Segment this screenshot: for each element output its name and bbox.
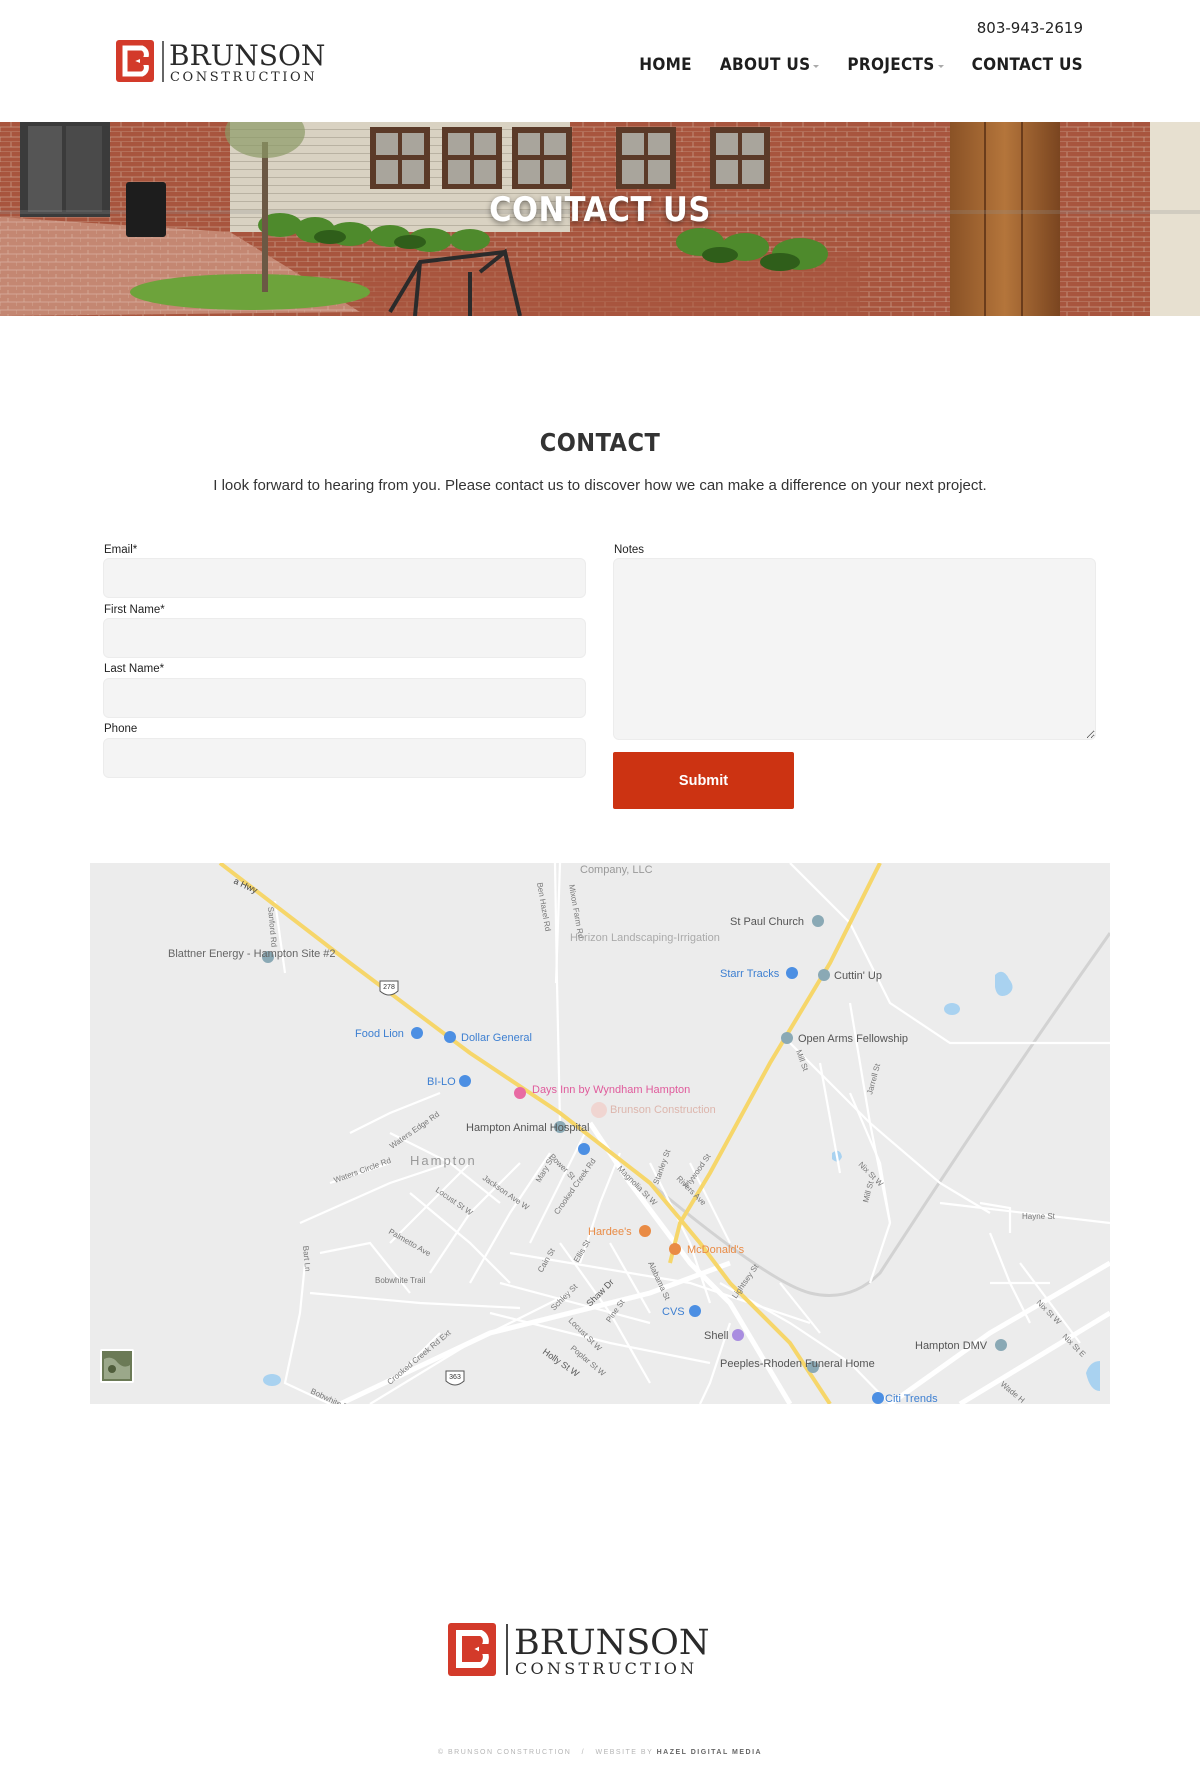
google-map[interactable]: 278 363 a Hwy Company, LLC Ben Hazel Rd … [90,863,1110,1404]
email-field[interactable] [103,558,586,598]
svg-text:278: 278 [383,984,395,991]
svg-text:Hampton: Hampton [410,1153,477,1168]
footer-credit-link[interactable]: HAZEL DIGITAL MEDIA [657,1749,763,1756]
footer-credit-prefix: WEBSITE BY [595,1749,654,1756]
first-name-label: First Name* [104,604,165,616]
svg-text:Hampton DMV: Hampton DMV [915,1340,988,1352]
contact-intro-text: I look forward to hearing from you. Plea… [213,477,987,494]
svg-text:Blattner Energy - Hampton Site: Blattner Energy - Hampton Site #2 [168,948,336,960]
map-canvas[interactable]: 278 363 a Hwy Company, LLC Ben Hazel Rd … [90,863,1110,1404]
footer-separator: / [581,1749,586,1756]
svg-text:CVS: CVS [662,1306,685,1318]
route-278-shield: 278 [379,980,399,996]
last-name-label: Last Name* [104,663,165,675]
svg-text:Hayne St: Hayne St [1022,1212,1056,1221]
svg-text:Horizon Landscaping-Irrigation: Horizon Landscaping-Irrigation [570,932,720,944]
main-nav: HOME ABOUT US PROJECTS CONTACT US [611,55,1083,75]
footer-credit: © BRUNSON CONSTRUCTION / WEBSITE BY HAZE… [0,1749,1200,1756]
svg-text:McDonald's: McDonald's [687,1244,745,1256]
svg-text:BI-LO: BI-LO [427,1076,456,1088]
nav-item-label: CONTACT US [971,55,1083,75]
notes-field[interactable] [613,558,1096,740]
nav-item-home[interactable]: HOME [639,55,692,75]
footer-logo-subtitle: CONSTRUCTION [515,1659,697,1678]
nav-item-projects[interactable]: PROJECTS [847,55,944,75]
svg-text:Days Inn by Wyndham Hampton: Days Inn by Wyndham Hampton [532,1084,690,1096]
svg-text:Peeples-Rhoden Funeral Home: Peeples-Rhoden Funeral Home [720,1358,875,1370]
svg-text:Shell: Shell [704,1330,728,1342]
nav-item-label: PROJECTS [847,55,935,75]
svg-text:Starr Tracks: Starr Tracks [720,968,780,980]
footer-copyright: © BRUNSON CONSTRUCTION [437,1749,572,1756]
header-phone[interactable]: 803-943-2619 [977,19,1083,37]
nav-item-label: HOME [639,55,692,75]
notes-label: Notes [614,544,645,556]
phone-field[interactable] [103,738,586,778]
svg-text:363: 363 [449,1374,461,1381]
svg-text:Food Lion: Food Lion [355,1028,404,1040]
route-363-shield: 363 [445,1370,465,1386]
phone-label: Phone [104,723,138,735]
hero-banner: CONTACT US [0,122,1200,316]
logo-subtitle: CONSTRUCTION [170,70,317,84]
submit-button[interactable]: Submit [613,752,794,809]
footer-logo-wordmark: BRUNSON [514,1623,710,1663]
page-title: CONTACT US [489,190,711,230]
brunson-logo[interactable]: BRUNSON CONSTRUCTION [116,38,356,84]
contact-heading: CONTACT [539,428,661,457]
last-name-field[interactable] [103,678,586,718]
email-label: Email* [104,544,138,556]
chevron-down-icon [813,64,820,68]
chevron-down-icon [937,64,944,68]
nav-item-about-us[interactable]: ABOUT US [720,55,820,75]
svg-text:Brunson Construction: Brunson Construction [610,1104,716,1116]
svg-text:Hampton Animal Hospital: Hampton Animal Hospital [466,1122,590,1134]
logo-icon [116,40,154,82]
svg-text:Company, LLC: Company, LLC [580,864,653,876]
svg-text:Citi Trends: Citi Trends [885,1393,938,1404]
svg-text:St Paul Church: St Paul Church [730,916,804,928]
logo-icon [448,1623,496,1676]
footer-logo[interactable]: BRUNSON CONSTRUCTION [448,1620,752,1678]
nav-item-label: ABOUT US [719,55,811,75]
first-name-field[interactable] [103,618,586,658]
svg-text:Bobwhite Trail: Bobwhite Trail [375,1276,425,1285]
map-satellite-thumbnail-icon[interactable] [100,1349,134,1383]
svg-text:Hardee's: Hardee's [588,1226,632,1238]
svg-text:Cuttin' Up: Cuttin' Up [834,970,882,982]
logo-wordmark: BRUNSON [169,39,325,72]
nav-item-contact-us[interactable]: CONTACT US [972,55,1083,75]
site-header: BRUNSON CONSTRUCTION 803-943-2619 HOME A… [0,0,1200,122]
svg-text:Dollar General: Dollar General [461,1032,532,1044]
svg-text:Open Arms Fellowship: Open Arms Fellowship [798,1033,908,1045]
